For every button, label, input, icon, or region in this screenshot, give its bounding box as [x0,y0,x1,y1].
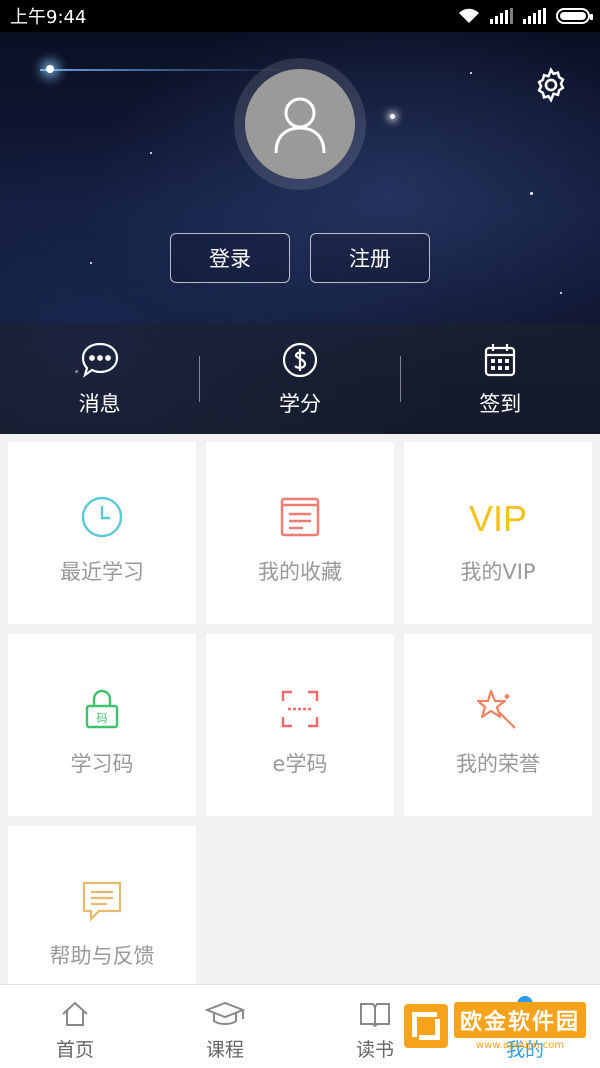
quick-action-messages[interactable]: 消息 [0,323,199,434]
wifi-icon [459,8,479,23]
tab-label: 课程 [205,1039,244,1061]
vip-icon: VIP [469,498,527,539]
quick-action-checkin[interactable]: 签到 [401,323,600,434]
tile-label: 我的VIP [460,560,536,584]
signal-icon [490,8,513,24]
tile-study-code[interactable]: 码 学习码 [8,634,196,816]
tile-help-feedback[interactable]: 帮助与反馈 [8,826,196,984]
tile-label: 最近学习 [60,560,144,584]
clock-icon [81,496,123,538]
login-button[interactable]: 登录 [170,233,290,283]
default-user-icon [274,97,326,154]
quick-action-credits[interactable]: 学分 [200,323,399,434]
tile-label: 学习码 [70,752,134,776]
feedback-icon [82,881,122,922]
watermark: 欧金软件园 www.apoujin.com [404,995,594,1057]
star [390,114,395,119]
tile-label: e学码 [272,752,328,776]
tile-my-vip[interactable]: VIP 我的VIP [404,442,592,624]
tile-e-code[interactable]: e学码 [206,634,394,816]
lock-icon: 码 [85,689,119,729]
star [530,192,533,195]
tile-label: 帮助与反馈 [49,944,155,968]
battery-icon [556,8,593,24]
graduation-cap-icon [205,1001,245,1025]
tab-label: 读书 [355,1039,394,1061]
open-book-icon [360,1003,390,1027]
tile-favorites[interactable]: 我的收藏 [206,442,394,624]
profile-header: 登录 注册 消息 学分 签到 [0,32,600,434]
watermark-logo-icon [404,1004,448,1048]
status-bar: 上午9:44 [0,0,600,32]
quick-actions-bar: 消息 学分 签到 [0,323,600,434]
shooting-star [40,69,290,71]
tile-recent-study[interactable]: 最近学习 [8,442,196,624]
home-icon [62,1001,88,1026]
star [560,292,562,294]
signal-icon-2 [523,8,546,24]
star [150,152,152,154]
scan-icon [281,690,319,728]
book-icon [280,497,320,537]
message-icon [81,342,118,378]
tab-courses[interactable]: 课程 [150,985,300,1068]
calendar-icon [485,343,516,376]
quick-action-label: 签到 [479,391,522,416]
watermark-url: www.apoujin.com [475,1039,565,1051]
tab-label: 首页 [55,1039,94,1061]
tile-label: 我的荣誉 [456,752,540,776]
star [470,72,472,74]
quick-action-label: 学分 [278,391,321,416]
tab-home[interactable]: 首页 [0,985,150,1068]
tile-label: 我的收藏 [258,560,342,584]
star [90,262,92,264]
register-button[interactable]: 注册 [310,233,430,283]
tile-my-honors[interactable]: 我的荣誉 [404,634,592,816]
svg-text:VIP: VIP [469,498,527,539]
credit-icon [282,342,318,377]
avatar[interactable] [245,69,355,179]
status-icons [458,8,593,24]
star [46,65,54,73]
svg-text:码: 码 [97,712,108,725]
watermark-text: 欧金软件园 [454,1001,587,1038]
settings-gear-icon[interactable] [532,66,570,104]
star-wand-icon [477,689,516,729]
status-time: 上午9:44 [10,7,87,28]
quick-action-label: 消息 [78,391,121,416]
